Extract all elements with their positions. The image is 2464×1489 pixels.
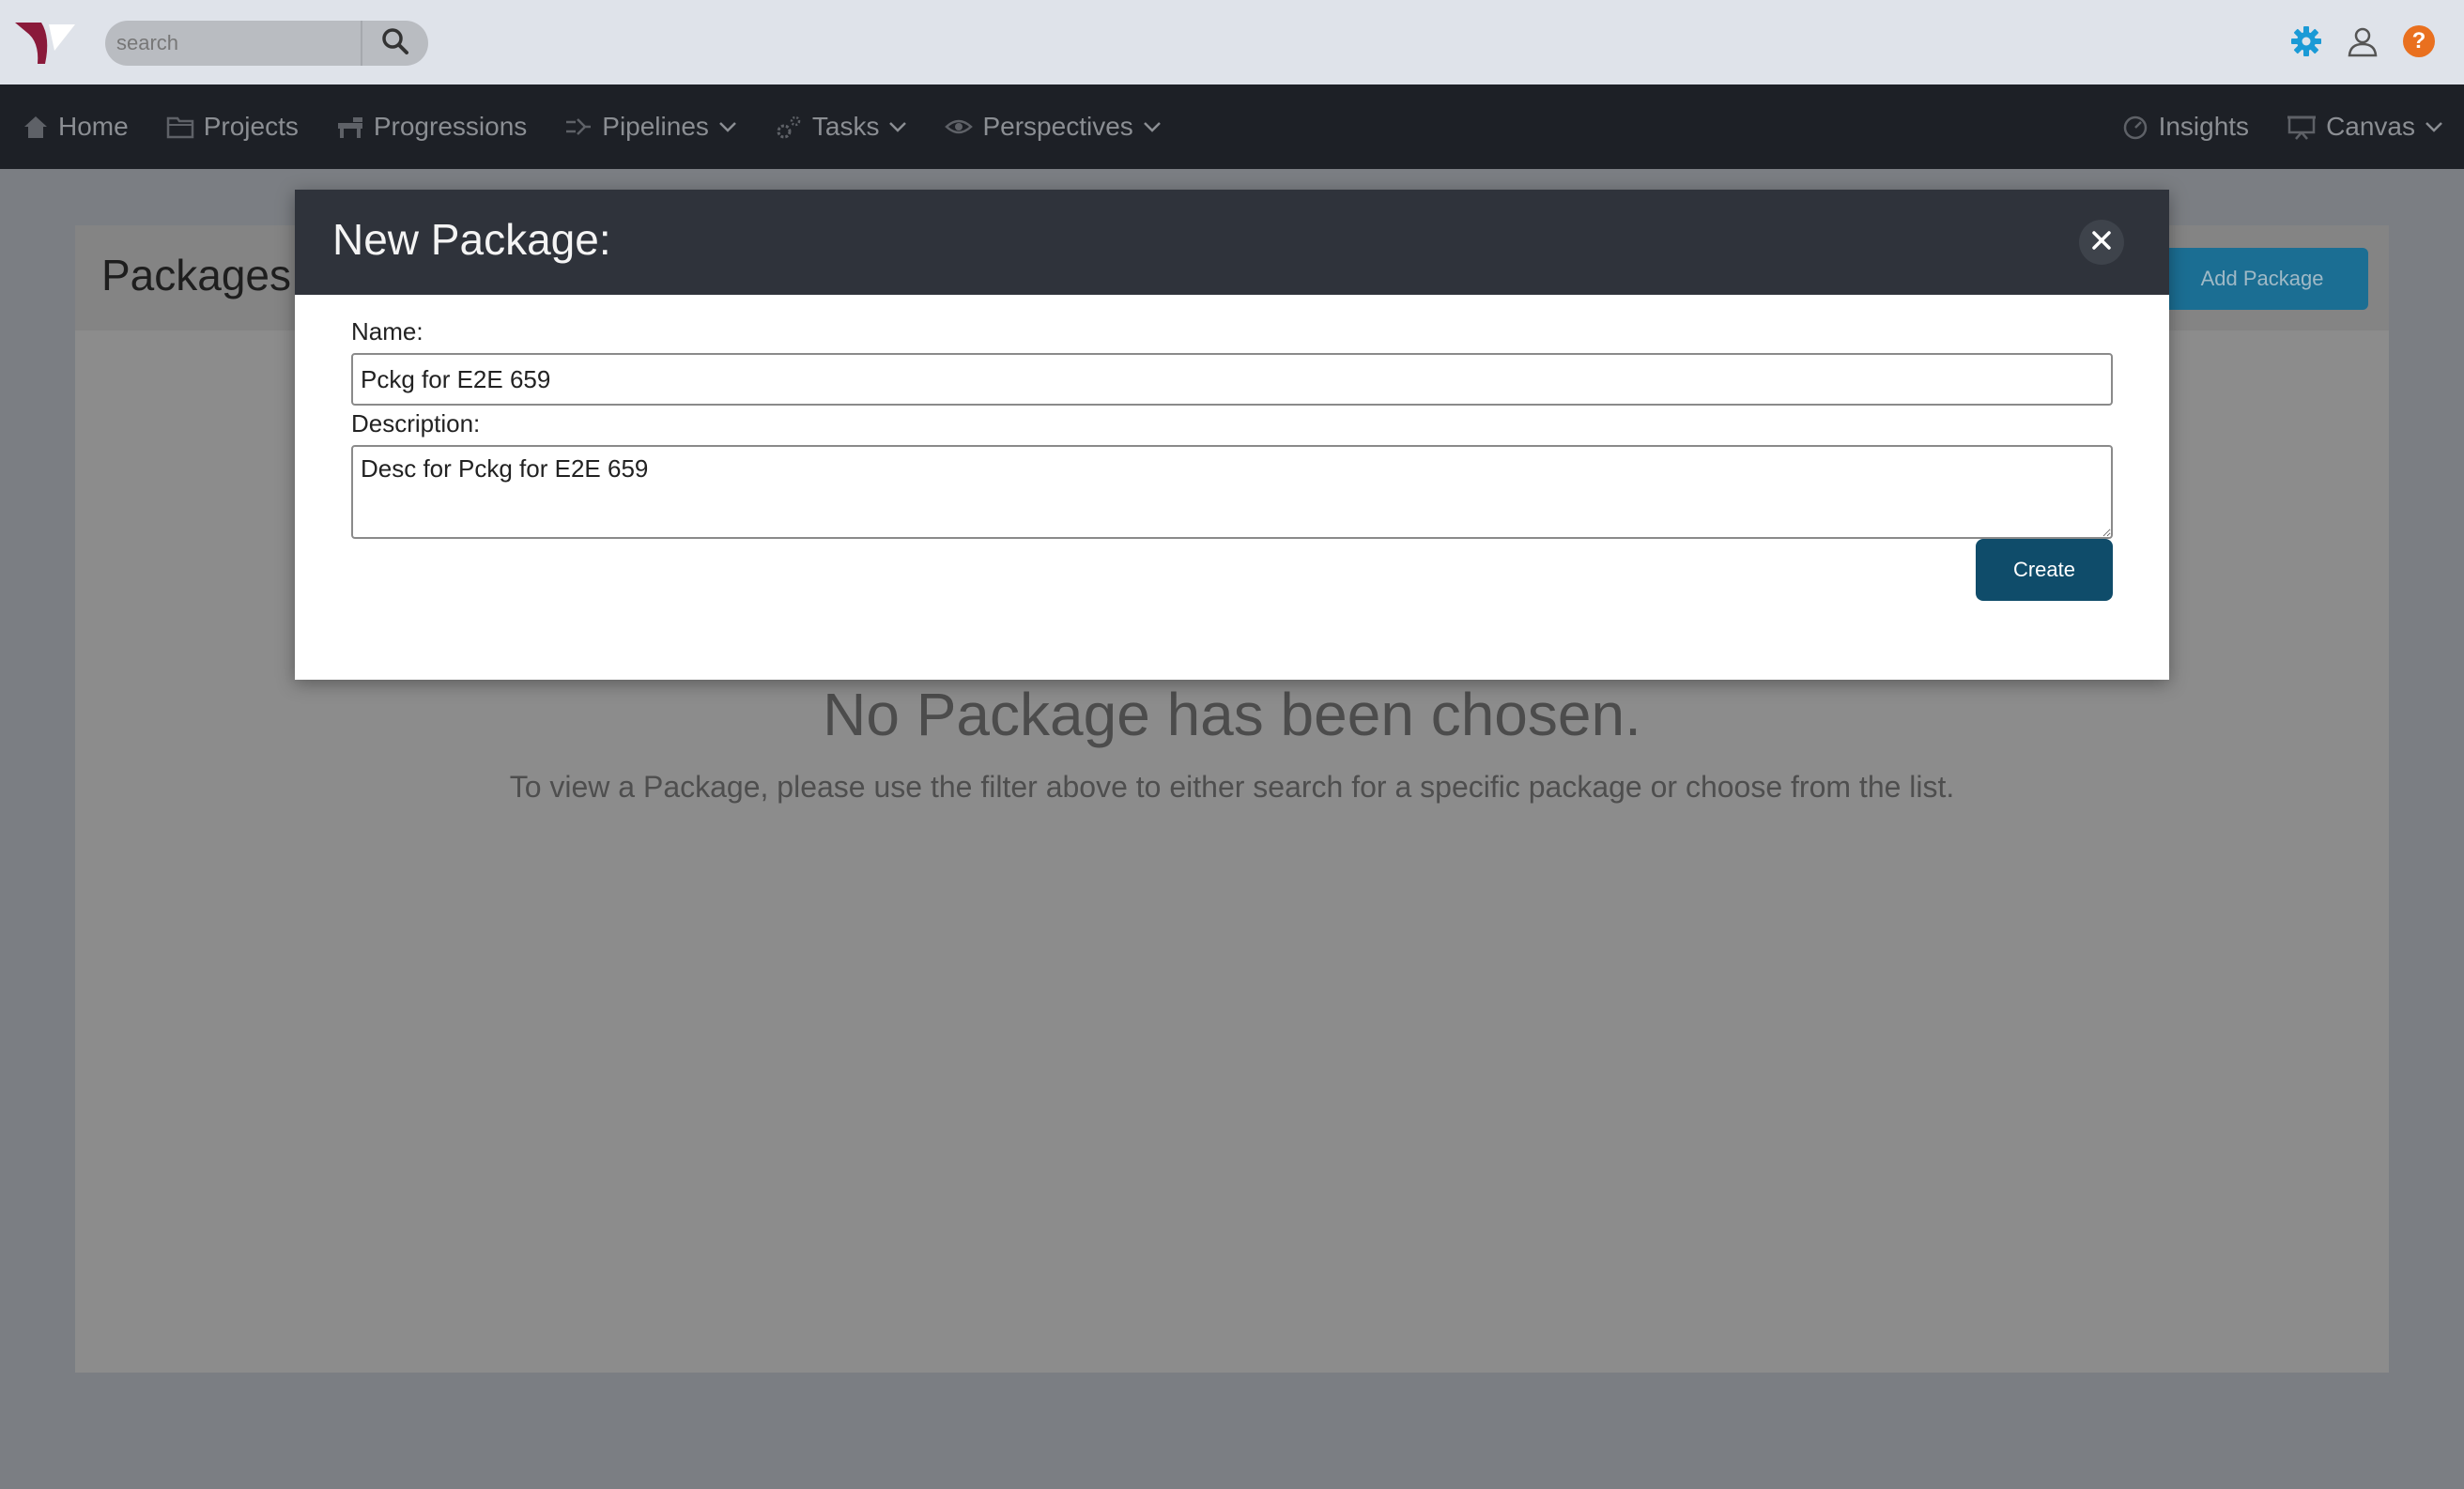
- app-logo[interactable]: [13, 19, 79, 68]
- empty-state-subtitle: To view a Package, please use the filter…: [509, 770, 1955, 804]
- create-button[interactable]: Create: [1976, 539, 2113, 601]
- folder-icon: [166, 114, 194, 140]
- top-bar: ?: [0, 0, 2464, 84]
- nav-progressions[interactable]: Progressions: [336, 84, 527, 169]
- nav-insights[interactable]: Insights: [2121, 84, 2250, 169]
- nav-projects[interactable]: Projects: [166, 84, 299, 169]
- nav-perspectives[interactable]: Perspectives: [945, 84, 1161, 169]
- close-button[interactable]: [2079, 220, 2124, 265]
- nav-canvas-label: Canvas: [2326, 112, 2415, 141]
- search-box: [105, 21, 428, 66]
- gauge-icon: [2121, 114, 2149, 140]
- nav-perspectives-label: Perspectives: [982, 112, 1133, 141]
- help-icon[interactable]: ?: [2402, 24, 2436, 58]
- chevron-down-icon: [888, 120, 907, 133]
- nav-progressions-label: Progressions: [373, 112, 528, 141]
- progressions-icon: [336, 114, 364, 140]
- empty-state-title: No Package has been chosen.: [823, 681, 1641, 748]
- chevron-down-icon: [2425, 120, 2443, 133]
- chevron-down-icon: [718, 120, 737, 133]
- top-icons: ?: [2289, 24, 2436, 58]
- settings-gear-icon[interactable]: [2289, 24, 2323, 58]
- search-icon: [381, 27, 409, 60]
- pipelines-icon: [564, 114, 593, 140]
- presentation-icon: [2287, 114, 2317, 140]
- description-field[interactable]: Desc for Pckg for E2E 659: [351, 445, 2113, 539]
- home-icon: [23, 114, 49, 140]
- nav-tasks[interactable]: Tasks: [775, 84, 908, 169]
- new-package-dialog: New Package: Name: Description: Desc for…: [295, 190, 2169, 680]
- nav-insights-label: Insights: [2158, 112, 2250, 141]
- main-nav: Home Projects Progressions Pipelines Tas…: [0, 84, 2464, 169]
- nav-pipelines[interactable]: Pipelines: [564, 84, 737, 169]
- search-input[interactable]: [116, 21, 361, 66]
- page-title: Packages: [101, 251, 292, 299]
- user-profile-icon[interactable]: [2346, 24, 2379, 58]
- nav-tasks-label: Tasks: [811, 112, 880, 141]
- chevron-down-icon: [1143, 120, 1162, 133]
- nav-pipelines-label: Pipelines: [602, 112, 709, 141]
- add-package-button[interactable]: Add Package: [2156, 248, 2368, 310]
- search-button[interactable]: [361, 21, 428, 66]
- description-label: Description:: [351, 409, 481, 437]
- nav-projects-label: Projects: [203, 112, 299, 141]
- nav-home[interactable]: Home: [23, 84, 129, 169]
- gears-icon: [775, 114, 803, 140]
- nav-home-label: Home: [58, 112, 129, 141]
- dialog-title: New Package:: [332, 215, 611, 264]
- dialog-header: New Package:: [295, 190, 2169, 295]
- eye-icon: [945, 114, 974, 140]
- name-label: Name:: [351, 317, 424, 345]
- nav-canvas[interactable]: Canvas: [2287, 84, 2443, 169]
- close-icon: [2090, 229, 2113, 256]
- name-field[interactable]: [351, 353, 2113, 406]
